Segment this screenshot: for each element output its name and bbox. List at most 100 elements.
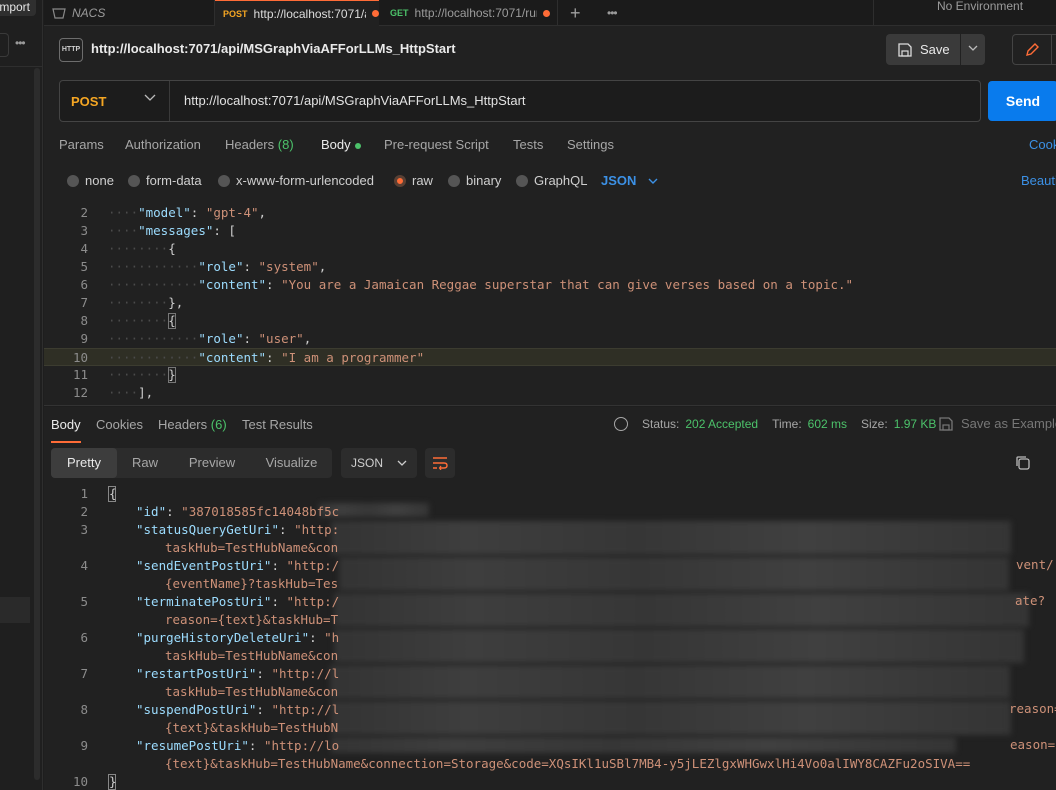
cookies-link[interactable]: Cookies <box>1029 137 1056 152</box>
more-icon[interactable]: ••• <box>15 36 26 50</box>
line-number: 10 <box>72 774 88 789</box>
tab-divider <box>873 0 874 26</box>
radio-binary[interactable]: binary <box>448 173 501 188</box>
editor-line[interactable]: 3 ····"messages": [ <box>44 222 1056 240</box>
radio-urlencoded[interactable]: x-www-form-urlencoded <box>218 173 374 188</box>
response-line[interactable]: 3 "statusQueryGetUri": "http: taskHub=Test… <box>44 521 1056 555</box>
url-input[interactable]: http://localhost:7071/api/MSGraphViaAFFo… <box>184 81 526 121</box>
line-number: 9 <box>80 331 88 346</box>
editor-line[interactable]: 11 ········} <box>44 366 1056 384</box>
raw-format-select[interactable]: JSON <box>601 173 658 188</box>
unsaved-dot-icon <box>372 10 379 17</box>
json-value: "You are a Jamaican Reggae superstar tha… <box>281 277 854 292</box>
editor-line[interactable]: 4 ········{ <box>44 240 1056 258</box>
new-button[interactable] <box>0 33 9 57</box>
tab-divider <box>557 0 558 26</box>
method-select[interactable]: POST <box>60 81 170 121</box>
response-line[interactable]: 1{ <box>44 485 1056 503</box>
response-line[interactable]: 2 "id": "387018585fc14048bf5c <box>44 503 1056 521</box>
tab-get-request[interactable]: GET http://localhost:7071/runtime <box>390 0 550 26</box>
response-tab-body[interactable]: Body <box>51 417 81 443</box>
radio-graphql[interactable]: GraphQL <box>516 173 587 188</box>
url-bar-row: POST http://localhost:7071/api/MSGraphVi… <box>44 74 1056 130</box>
response-line[interactable]: 9 "resumePostUri": "http://lo {text}&taskH… <box>44 737 1056 771</box>
radio-label: GraphQL <box>534 173 588 188</box>
request-body-editor[interactable]: 2 ····"model": "gpt-4", 3 ····"messages": [… <box>44 202 1056 406</box>
editor-line[interactable]: 12 ····], <box>44 384 1056 402</box>
import-button[interactable]: Import <box>0 0 36 16</box>
view-raw[interactable]: Raw <box>117 448 173 478</box>
json-punct: : [ <box>213 223 236 238</box>
request-title[interactable]: http://localhost:7071/api/MSGraphViaAFFo… <box>91 41 456 56</box>
view-preview[interactable]: Preview <box>173 448 251 478</box>
editor-line[interactable]: 7 ········}, <box>44 294 1056 312</box>
json-punct: : <box>266 350 282 365</box>
save-dropdown-chevron-icon[interactable] <box>961 34 985 65</box>
tab-method: GET <box>390 8 409 18</box>
save-as-example-button[interactable]: Save as Example <box>939 416 1056 431</box>
tab-more-icon[interactable]: ••• <box>607 0 617 26</box>
editor-line[interactable]: 8 ········{ <box>44 312 1056 330</box>
response-format-select[interactable]: JSON <box>341 448 417 478</box>
response-tab-headers[interactable]: Headers (6) <box>158 417 227 432</box>
radio-raw[interactable]: raw <box>394 173 433 188</box>
response-body-viewer[interactable]: vent/ ate? reason= eason= 1{2"id": "3870… <box>44 483 1056 790</box>
response-line[interactable]: 7 "restartPostUri": "http://l taskHub=Test… <box>44 665 1056 699</box>
documentation-icon[interactable] <box>1052 34 1056 65</box>
save-button[interactable]: Save <box>886 34 960 65</box>
tab-settings[interactable]: Settings <box>567 137 614 152</box>
size-value[interactable]: 1.97 KB <box>894 417 937 431</box>
tab-bar: NACS POST http://localhost:7071/api/MSGr… <box>44 0 1056 26</box>
request-tabs: Params Authorization Headers (8) Body Pr… <box>44 130 1056 160</box>
beautify-link[interactable]: Beautify <box>1021 173 1056 188</box>
line-number: 4 <box>80 558 88 573</box>
view-visualize[interactable]: Visualize <box>251 448 332 478</box>
tab-post-request[interactable]: POST http://localhost:7071/api/MSGraphVi… <box>215 0 379 26</box>
copy-icon[interactable] <box>1015 455 1031 471</box>
time-value[interactable]: 602 ms <box>808 417 847 431</box>
radio-label: raw <box>412 173 433 188</box>
editor-line[interactable]: 9 ············"role": "user", <box>44 330 1056 348</box>
editor-line[interactable]: 2 ····"model": "gpt-4", <box>44 204 1056 222</box>
tab-headers[interactable]: Headers (8) <box>225 137 294 152</box>
tab-authorization[interactable]: Authorization <box>125 137 201 152</box>
view-pretty[interactable]: Pretty <box>51 448 117 478</box>
unsaved-dot-icon <box>543 9 550 17</box>
json-key-value: "terminatePostUri": "http:/ <box>136 594 340 609</box>
tab-body[interactable]: Body <box>321 137 361 152</box>
wrap-lines-icon[interactable] <box>425 448 455 478</box>
editor-line[interactable]: 5 ············"role": "system", <box>44 258 1056 276</box>
postman-window: Import ••• NACS POST http://localhost:70… <box>0 0 1056 790</box>
response-tab-cookies[interactable]: Cookies <box>96 417 143 432</box>
response-line[interactable]: 10} <box>44 773 1056 790</box>
status-value[interactable]: 202 Accepted <box>685 417 758 431</box>
json-punct: , <box>318 259 327 274</box>
tab-nacs[interactable]: NACS <box>52 0 212 26</box>
editor-line[interactable]: 6 ············"content": "You are a Jamai… <box>44 276 1056 294</box>
radio-form-data[interactable]: form-data <box>128 173 202 188</box>
tab-body-label: Body <box>321 137 351 152</box>
new-tab-plus-icon[interactable]: + <box>570 0 581 26</box>
radio-none[interactable]: none <box>67 173 114 188</box>
globe-icon[interactable] <box>614 417 628 431</box>
sidebar-scrollbar[interactable] <box>34 68 40 780</box>
editor-line[interactable]: 10 ············"content": "I am a program… <box>44 348 1056 366</box>
tab-prerequest-script[interactable]: Pre-request Script <box>384 137 489 152</box>
json-punct: , <box>258 205 267 220</box>
line-number: 3 <box>80 522 88 537</box>
edit-pencil-icon[interactable] <box>1012 34 1052 65</box>
sidebar-selected-item[interactable] <box>0 597 30 623</box>
response-tab-test-results[interactable]: Test Results <box>242 417 313 432</box>
line-number: 2 <box>80 504 88 519</box>
save-label: Save <box>920 42 950 57</box>
response-line[interactable]: 8 "suspendPostUri": "http://l {text}&taskH… <box>44 701 1056 735</box>
tab-params[interactable]: Params <box>59 137 104 152</box>
tab-tests[interactable]: Tests <box>513 137 543 152</box>
chevron-down-icon <box>397 460 407 466</box>
send-button[interactable]: Send <box>988 81 1056 121</box>
response-tabs: Body Cookies Headers (6) Test Results St… <box>44 407 1056 443</box>
response-line[interactable]: 4 "sendEventPostUri": "http:/ {eventName}?… <box>44 557 1056 591</box>
environment-selector[interactable]: No Environment <box>937 0 1023 12</box>
response-line[interactable]: 6 "purgeHistoryDeleteUri": "h taskHub=Test… <box>44 629 1056 663</box>
response-line[interactable]: 5 "terminatePostUri": "http:/ reason={text… <box>44 593 1056 627</box>
